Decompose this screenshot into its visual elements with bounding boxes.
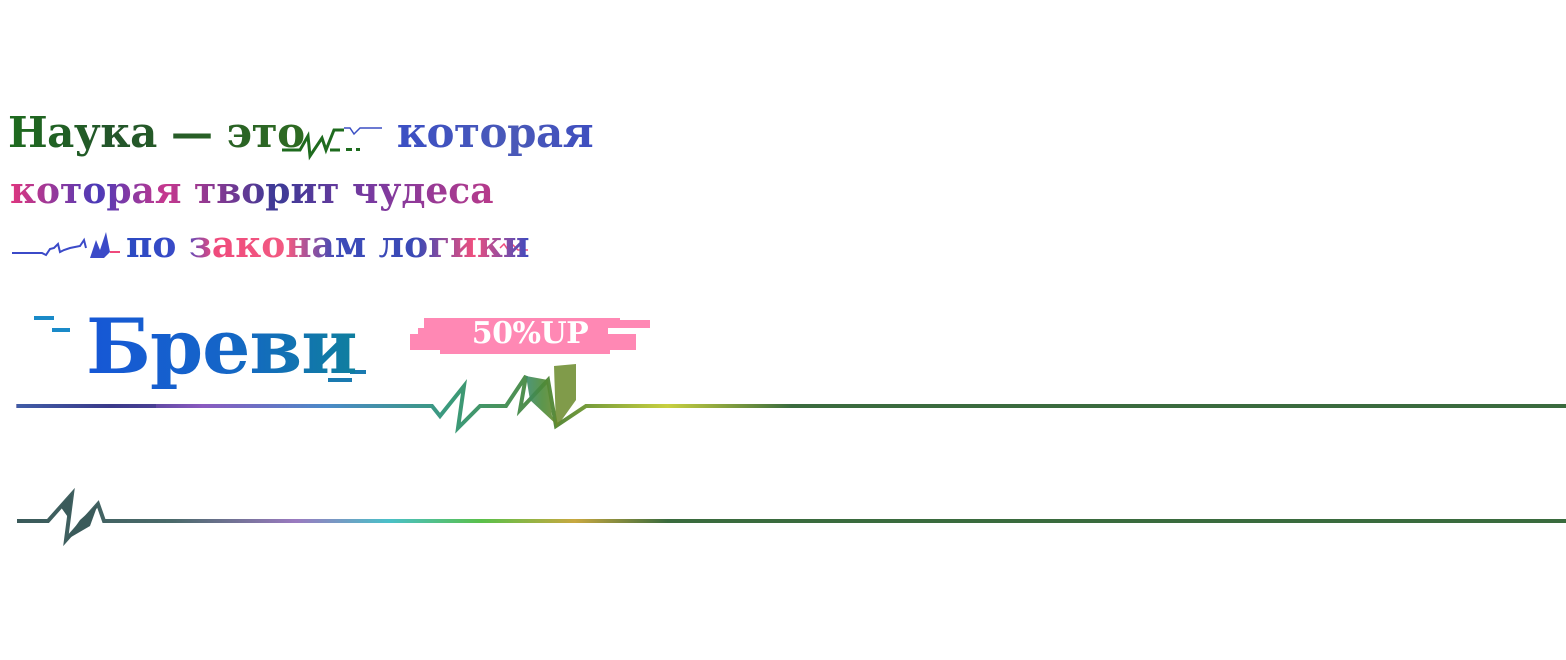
tagline-line-1-part-1: Наука — это — [8, 108, 305, 157]
rule-line-2 — [17, 487, 1566, 547]
tagline-line-1-part-2: которая — [396, 108, 594, 157]
logo-wordmark: Бреви — [86, 302, 358, 391]
glitch-zigzag-line3-prefix — [12, 232, 120, 258]
discount-badge: 50%UP — [440, 314, 620, 354]
tagline-line-1: Наука — это которая — [8, 108, 594, 157]
tagline-line-2: которая творит чудеса — [10, 170, 494, 212]
tagline-line-3: по законам логики — [126, 224, 530, 266]
badge-label: 50%UP — [471, 316, 589, 351]
